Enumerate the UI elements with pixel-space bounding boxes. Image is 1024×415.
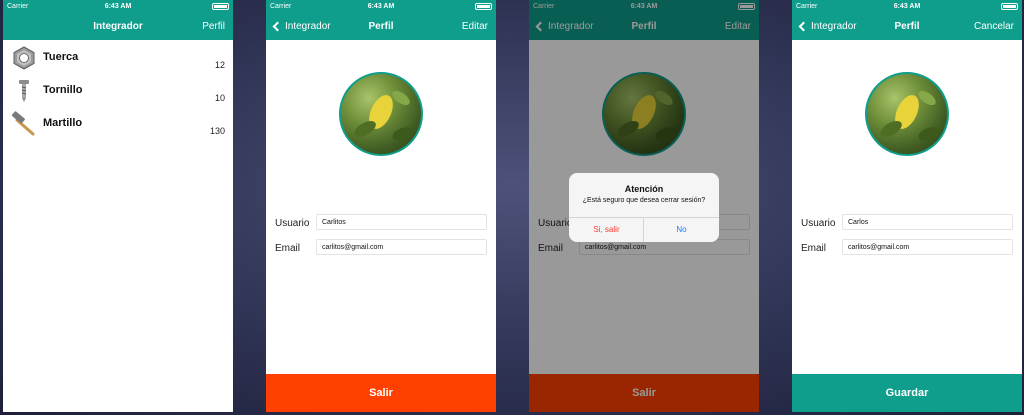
logout-alert: Atención ¿Está seguro que desea cerrar s… [569,173,719,242]
email-field[interactable]: carlitos@gmail.com [316,239,487,255]
edit-button[interactable]: Editar [462,21,488,32]
alert-message: ¿Está seguro que desea cerrar sesión? [582,197,706,204]
save-button[interactable]: Guardar [792,374,1022,412]
cancel-logout-button[interactable]: No [644,225,719,234]
nav-bar: Integrador Perfil Cancelar [792,14,1022,40]
item-quantity: 10 [214,93,225,103]
avatar [339,72,423,156]
nut-icon [13,46,35,70]
screen-product-list: Carrier 6:43 AM Integrador Perfil Tuerca… [3,0,233,412]
avatar[interactable] [865,72,949,156]
email-label: Email [801,243,827,254]
email-label: Email [275,243,301,254]
clock: 6:43 AM [367,3,395,10]
leaf-photo [354,90,414,141]
usuario-field[interactable]: Carlitos [316,214,487,230]
screw-icon [19,80,29,102]
battery-icon [1001,3,1018,10]
email-field[interactable]: carlitos@gmail.com [842,239,1013,255]
confirm-logout-button[interactable]: Si, salir [569,225,644,234]
list-item[interactable]: Tornillo 10 [3,74,233,107]
status-bar: Carrier 6:43 AM [266,0,496,14]
list-item[interactable]: Tuerca 12 [3,41,233,74]
nav-title: Integrador [93,21,143,32]
logout-button[interactable]: Salir [266,374,496,412]
alert-divider [569,217,719,218]
usuario-label: Usuario [275,218,310,229]
screen-logout-confirm: Carrier 6:43 AM Integrador Perfil Editar… [529,0,759,412]
nav-bar: Integrador Perfil [3,14,233,40]
screen-profile: Carrier 6:43 AM Integrador Perfil Editar… [266,0,496,412]
cancel-button[interactable]: Cancelar [974,21,1014,32]
hammer-icon [11,111,35,136]
status-bar: Carrier 6:43 AM [792,0,1022,14]
status-bar: Carrier 6:43 AM [3,0,233,14]
clock: 6:43 AM [104,3,132,10]
item-quantity: 130 [209,126,225,136]
battery-icon [475,3,492,10]
item-name: Tornillo [43,84,83,96]
alert-title: Atención [624,184,664,194]
battery-icon [212,3,229,10]
usuario-label: Usuario [801,218,836,229]
item-name: Tuerca [43,51,79,63]
clock: 6:43 AM [893,3,921,10]
nav-bar: Integrador Perfil Editar [266,14,496,40]
leaf-photo [880,90,940,141]
item-quantity: 12 [214,60,225,70]
list-item[interactable]: Martillo 130 [3,107,233,140]
screen-profile-edit: Carrier 6:43 AM Integrador Perfil Cancel… [792,0,1022,412]
usuario-field[interactable]: Carlos [842,214,1013,230]
item-name: Martillo [43,117,83,129]
profile-button[interactable]: Perfil [202,21,225,32]
